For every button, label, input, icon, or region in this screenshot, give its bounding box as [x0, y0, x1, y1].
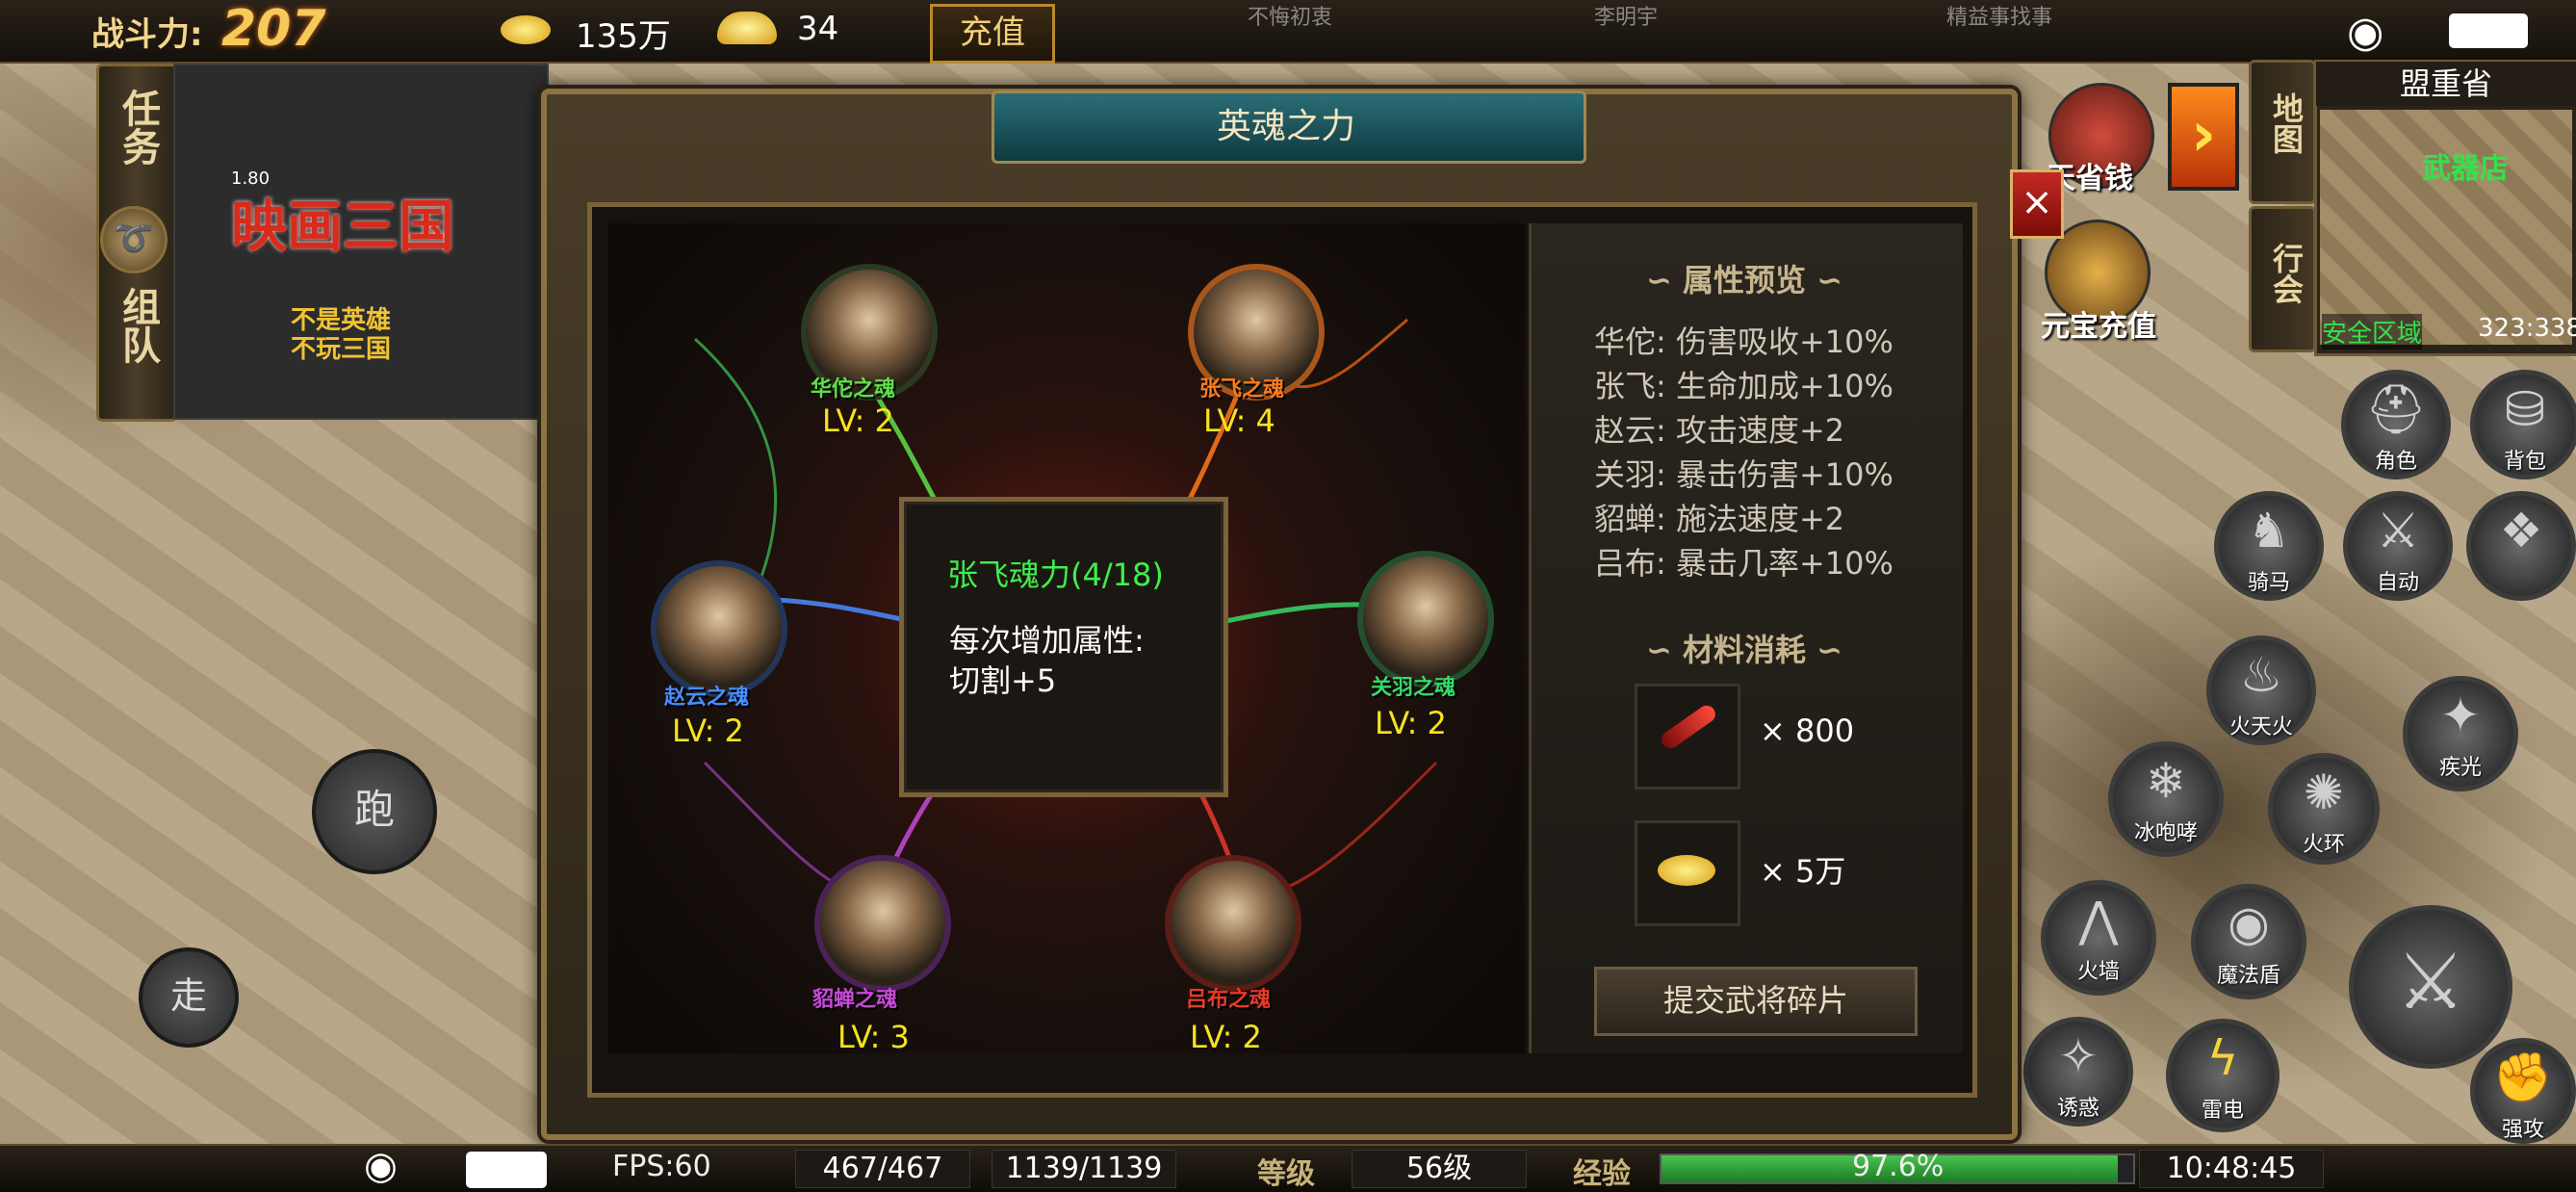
skill-thunder[interactable]: ϟ 雷电	[2166, 1019, 2280, 1132]
banner-logo: 映画三国	[231, 194, 455, 259]
map-button-label: 地图	[2268, 92, 2305, 154]
skill-lure[interactable]: ✧ 诱惑	[2023, 1017, 2133, 1127]
skill-fire[interactable]: ♨ 火天火	[2206, 635, 2316, 745]
scroll-icon[interactable]: ➰	[100, 206, 167, 273]
bag-button[interactable]: ⛁ 背包	[2470, 370, 2576, 479]
tooltip-title: 张飞魂力(4/18)	[947, 557, 1164, 593]
soul-level: LV: 3	[837, 1019, 910, 1055]
shield-icon: ◉	[2228, 895, 2270, 951]
map-poi-label: 武器店	[2422, 152, 2509, 186]
dialog-title: 英魂之力	[1216, 107, 1355, 146]
walk-button[interactable]: 走	[139, 947, 239, 1048]
character-button[interactable]: ⛑ 角色	[2341, 370, 2451, 479]
material-quantity: × 5万	[1760, 853, 1846, 890]
gold-ingot-icon	[717, 12, 777, 44]
guild-button-label: 行会	[2268, 243, 2305, 304]
wifi-icon: ◉	[364, 1144, 398, 1188]
battery-icon	[466, 1152, 547, 1188]
expand-arrow-button[interactable]: ›	[2168, 83, 2239, 191]
soul-name: 华佗之魂	[811, 377, 896, 402]
helmet-icon: ⛑	[2365, 381, 2427, 437]
sword-icon: ⚔	[2396, 937, 2465, 1026]
wall-icon: ⋀	[2078, 892, 2119, 947]
level-label: 等级	[1257, 1157, 1315, 1191]
banner-slogan: 不是英雄 不玩三国	[291, 306, 392, 364]
tooltip-description: 每次增加属性:	[949, 622, 1145, 659]
soul-name: 关羽之魂	[1371, 676, 1456, 700]
grid-icon: ❖	[2499, 503, 2543, 558]
fire-icon: ♨	[2239, 647, 2283, 703]
map-coordinates: 323:338	[2478, 314, 2576, 343]
run-button[interactable]: 跑	[312, 749, 437, 874]
combat-power-value: 207	[221, 0, 326, 58]
player-name: 精益事找事	[1946, 6, 2053, 30]
fist-icon: ✊	[2492, 1049, 2554, 1105]
skill-magic-shield[interactable]: ◉ 魔法盾	[2191, 884, 2306, 999]
ride-button[interactable]: ♞ 骑马	[2214, 491, 2324, 601]
xp-label: 经验	[1573, 1157, 1631, 1191]
horse-icon: ♞	[2247, 503, 2291, 558]
attribute-line: 吕布: 暴击几率+10%	[1594, 545, 1893, 582]
skill-fire-ring[interactable]: ✺ 火环	[2268, 753, 2380, 865]
xp-percent: 97.6%	[1852, 1150, 1945, 1183]
fps-readout: FPS:60	[612, 1150, 711, 1183]
soul-level: LV: 2	[1190, 1019, 1262, 1055]
auto-button[interactable]: ⚔ 自动	[2343, 491, 2453, 601]
crossed-swords-icon: ⚔	[2376, 503, 2420, 558]
soul-portrait-diaochan[interactable]	[814, 855, 951, 992]
skill-strong-attack[interactable]: ✊ 强攻	[2470, 1038, 2576, 1144]
soul-name: 赵云之魂	[664, 686, 750, 710]
soul-level: LV: 4	[1203, 402, 1275, 439]
attribute-preview-heading: ∽ 属性预览 ∽	[1646, 262, 1842, 298]
submit-fragments-button[interactable]: 提交武将碎片	[1594, 967, 1918, 1036]
soul-portrait-lvbu[interactable]	[1165, 855, 1301, 992]
skill-fire-wall[interactable]: ⋀ 火墙	[2041, 880, 2156, 996]
attribute-line: 貂蝉: 施法速度+2	[1594, 501, 1845, 537]
soul-name: 张飞之魂	[1199, 377, 1285, 402]
staff-icon: ✦	[2440, 687, 2481, 743]
tab-team[interactable]: 组队	[110, 287, 166, 364]
soul-level: LV: 2	[672, 713, 744, 749]
topup-label: 元宝充值	[2041, 310, 2156, 344]
recharge-button[interactable]: 充值	[930, 4, 1055, 64]
battery-icon	[2449, 13, 2528, 48]
ring-icon: ✺	[2304, 764, 2344, 820]
materials-heading: ∽ 材料消耗 ∽	[1646, 632, 1842, 668]
hp-value: 467/467	[795, 1150, 970, 1188]
attribute-line: 赵云: 攻击速度+2	[1594, 412, 1845, 449]
player-name: 李明宇	[1594, 6, 1659, 30]
skill-ice-roar[interactable]: ❄ 冰咆哮	[2108, 741, 2224, 857]
gold-coin-icon	[1658, 855, 1715, 886]
mp-value: 1139/1139	[992, 1150, 1176, 1188]
attribute-line: 关羽: 暴击伤害+10%	[1594, 456, 1893, 493]
skill-light[interactable]: ✦ 疾光	[2403, 676, 2518, 791]
ingot-amount: 34	[797, 10, 839, 48]
soul-portrait-zhaoyun[interactable]	[651, 560, 787, 697]
gold-coin-icon	[501, 15, 551, 44]
bag-icon: ⛁	[2505, 381, 2545, 437]
lightning-orb-icon: ✧	[2058, 1028, 2099, 1084]
soul-portrait-guanyu[interactable]	[1357, 551, 1494, 687]
clock: 10:48:45	[2139, 1150, 2324, 1188]
attribute-line: 华佗: 伤害吸收+10%	[1594, 324, 1893, 360]
safe-zone-label: 安全区域	[2322, 314, 2423, 350]
player-name: 不悔初衷	[1248, 6, 1333, 30]
thunder-icon: ϟ	[2206, 1030, 2239, 1086]
gold-amount: 135万	[576, 17, 671, 56]
wifi-icon: ◉	[2347, 8, 2384, 57]
soul-name: 貂蝉之魂	[812, 988, 898, 1012]
attribute-line: 张飞: 生命加成+10%	[1594, 368, 1893, 404]
level-value: 56级	[1352, 1150, 1527, 1188]
soul-level: LV: 2	[1375, 705, 1447, 741]
tooltip-effect: 切割+5	[949, 662, 1057, 699]
close-button[interactable]: ×	[2010, 169, 2064, 239]
tab-quests[interactable]: 任务	[110, 89, 166, 166]
snowflake-icon: ❄	[2146, 753, 2186, 809]
soul-name: 吕布之魂	[1186, 988, 1272, 1012]
soul-level: LV: 2	[822, 402, 894, 439]
menu-button[interactable]: ❖	[2466, 491, 2576, 601]
combat-power-label: 战斗力:	[91, 15, 203, 54]
material-quantity: × 800	[1760, 713, 1855, 749]
map-region-name: 盟重省	[2316, 62, 2576, 106]
